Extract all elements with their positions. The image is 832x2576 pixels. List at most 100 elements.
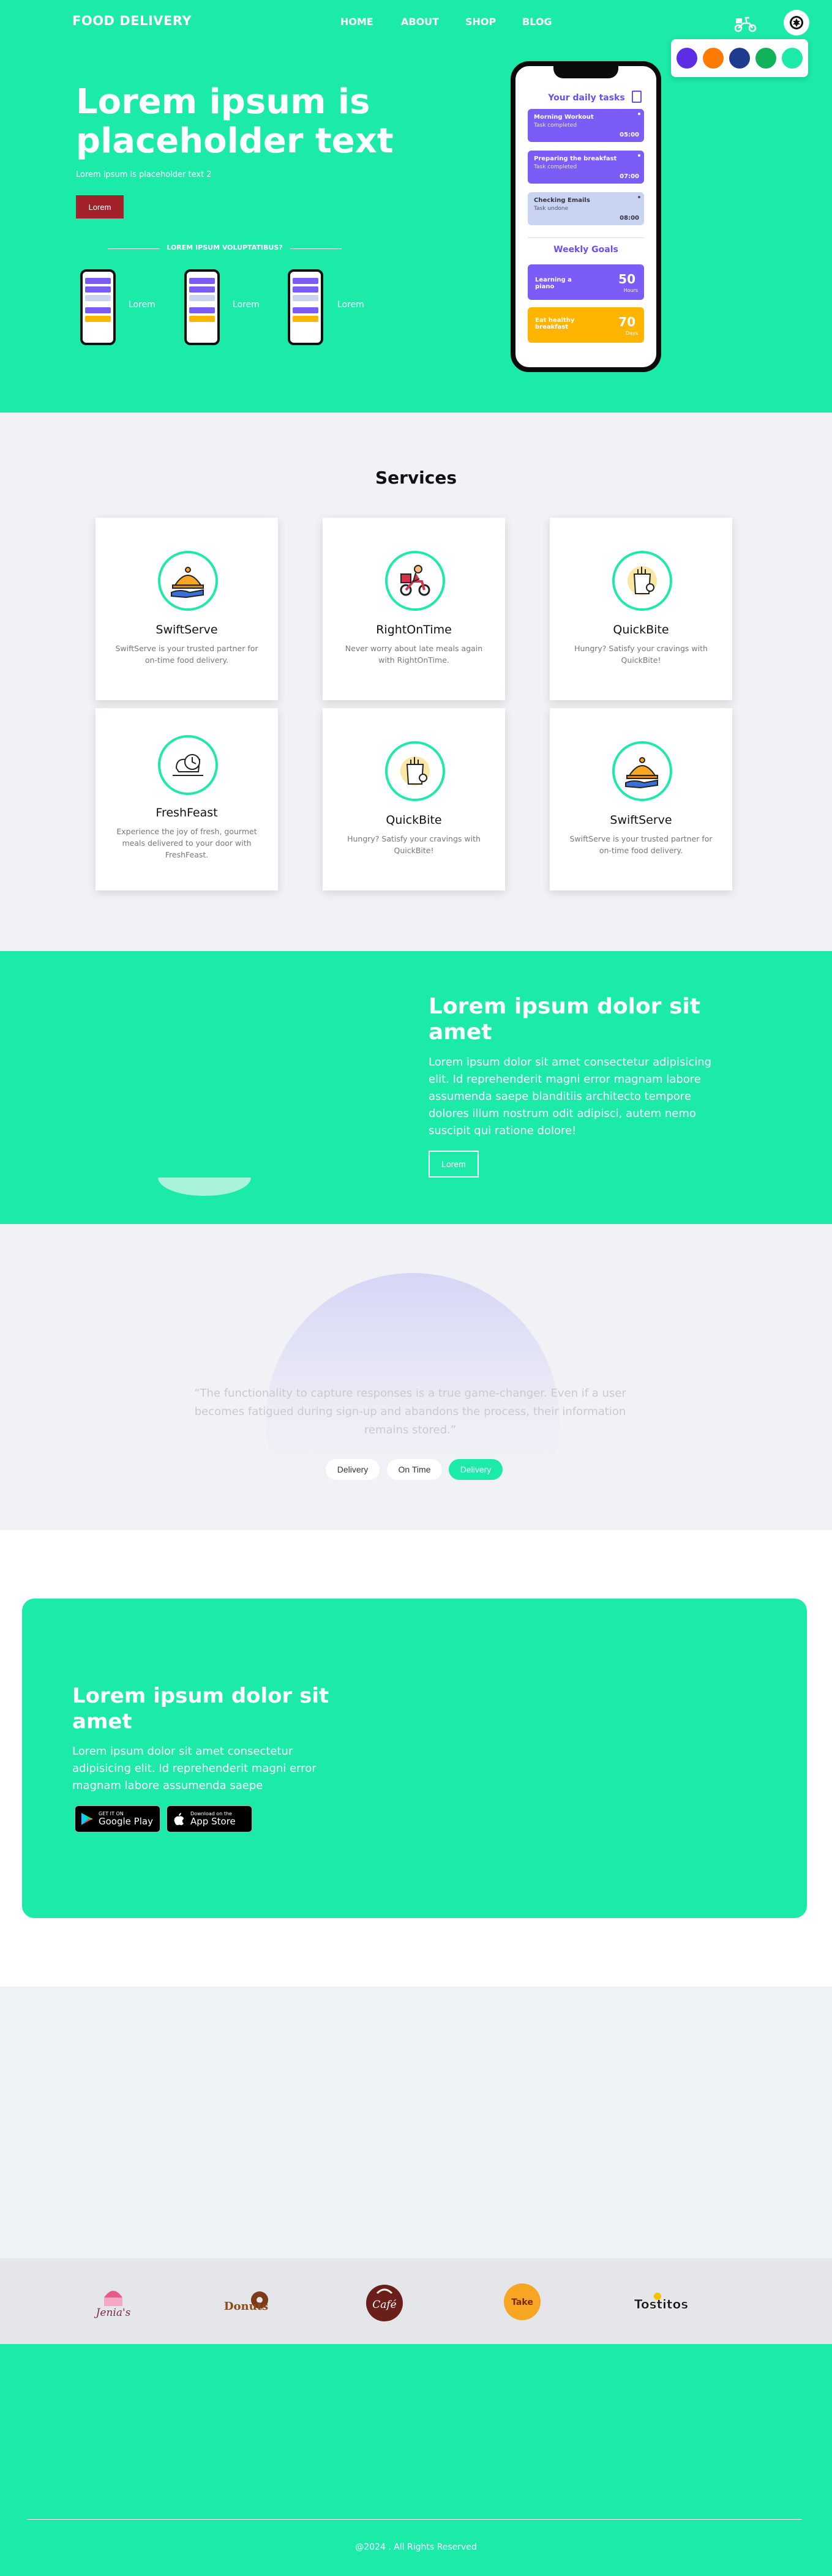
tab-on-time[interactable]: On Time: [387, 1459, 442, 1480]
clock-bag-icon: [158, 735, 218, 795]
testimonial-quote: “The functionality to capture responses …: [194, 1387, 626, 1436]
task-dot-icon: [638, 113, 640, 115]
promo-button[interactable]: Lorem: [429, 1151, 479, 1178]
service-card[interactable]: FreshFeast Experience the joy of fresh, …: [96, 708, 278, 890]
promo-text: Lorem ipsum dolor sit amet consectetur a…: [429, 1056, 712, 1137]
mini-phone: [184, 269, 220, 345]
hero-section: FOOD DELIVERY HOME ABOUT SHOP BLOG Lorem…: [0, 0, 832, 413]
svg-text:Jenia's: Jenia's: [94, 2307, 131, 2319]
service-card[interactable]: QuickBite Hungry? Satisfy your cravings …: [323, 708, 505, 890]
task-card[interactable]: Checking Emails Task undone 08:00: [528, 192, 644, 225]
google-play-label: Google Play: [99, 1816, 153, 1827]
task-dot-icon: [638, 154, 640, 157]
color-swatch-green[interactable]: [755, 48, 776, 69]
empty-section: [0, 1987, 832, 2258]
nav-blog[interactable]: BLOG: [522, 16, 552, 28]
task-status: Task completed: [534, 164, 577, 170]
promo-title: Lorem ipsum dolor sit amet: [429, 994, 700, 1045]
hero-button[interactable]: Lorem: [76, 195, 124, 218]
app-download-section: Lorem ipsum dolor sit amet Lorem ipsum d…: [0, 1530, 832, 1987]
nav-about[interactable]: ABOUT: [401, 16, 439, 28]
nav-home[interactable]: HOME: [340, 16, 373, 28]
task-time: 08:00: [620, 215, 639, 222]
color-palette: [671, 39, 808, 77]
service-desc: Hungry? Satisfy your cravings with Quick…: [574, 644, 708, 665]
color-swatch-purple[interactable]: [676, 48, 697, 69]
cloche-icon: [612, 741, 672, 801]
tab-delivery[interactable]: Delivery: [326, 1459, 380, 1480]
goal-label: Learning a piano: [535, 277, 572, 290]
hero-title: Lorem ipsum is placeholder text: [76, 82, 394, 161]
settings-button[interactable]: [784, 10, 809, 35]
mini-label: Lorem: [233, 300, 260, 310]
app-text: Lorem ipsum dolor sit amet consectetur a…: [72, 1745, 317, 1792]
service-desc: Hungry? Satisfy your cravings with Quick…: [347, 834, 481, 855]
phone-title: Your daily tasks: [548, 93, 625, 103]
goal-label: Eat healthy breakfast: [535, 317, 575, 330]
goal-value: 70: [618, 315, 635, 329]
scooter-icon[interactable]: [733, 12, 758, 33]
service-card[interactable]: SwiftServe SwiftServe is your trusted pa…: [550, 708, 732, 890]
logo-cafe[interactable]: Café: [360, 2280, 409, 2323]
app-title: Lorem ipsum dolor sit amet: [72, 1684, 329, 1734]
promo-section: Lorem ipsum dolor sit amet Lorem ipsum d…: [0, 951, 832, 1224]
service-desc: SwiftServe is your trusted partner for o…: [569, 834, 713, 855]
copyright: @2024 . All Rights Reserved: [355, 2542, 477, 2552]
service-name: RightOnTime: [376, 623, 452, 637]
footer-divider: [27, 2519, 802, 2520]
cloche-icon: [158, 551, 218, 611]
logo-jenias[interactable]: Jenia's: [86, 2280, 141, 2323]
app-banner: Lorem ipsum dolor sit amet Lorem ipsum d…: [22, 1599, 807, 1918]
brand-logo[interactable]: FOOD DELIVERY: [72, 13, 192, 28]
phone-mockup: Your daily tasks Morning Workout Task co…: [511, 61, 661, 372]
logo-tostitos[interactable]: Tostitos: [631, 2280, 692, 2323]
brand-logos-strip: Jenia's Donuts Café Take Tostitos: [0, 2258, 832, 2344]
mini-phone: [288, 269, 323, 345]
service-desc: Never worry about late meals again with …: [345, 644, 483, 665]
footer: @2024 . All Rights Reserved: [0, 2344, 832, 2576]
mini-phone: [80, 269, 116, 345]
google-play-icon: [81, 1813, 93, 1825]
mini-label: Lorem: [129, 300, 156, 310]
service-card[interactable]: SwiftServe SwiftServe is your trusted pa…: [96, 518, 278, 700]
task-status: Task completed: [534, 122, 577, 129]
phone-notch: [553, 66, 618, 78]
apple-icon: [174, 1813, 184, 1826]
nav-shop[interactable]: SHOP: [465, 16, 496, 28]
svg-text:Donuts: Donuts: [224, 2300, 268, 2313]
logo-donuts[interactable]: Donuts: [217, 2280, 278, 2323]
task-time: 05:00: [620, 132, 639, 138]
service-card[interactable]: QuickBite Hungry? Satisfy your cravings …: [550, 518, 732, 700]
bowl-image: [158, 1178, 251, 1196]
services-section: Services SwiftServe SwiftServe is your t…: [0, 413, 832, 951]
service-desc: SwiftServe is your trusted partner for o…: [115, 644, 258, 665]
goal-card[interactable]: Eat healthy breakfast 70 Days: [528, 307, 644, 343]
task-card[interactable]: Preparing the breakfast Task completed 0…: [528, 151, 644, 184]
svg-text:Tostitos: Tostitos: [634, 2297, 688, 2312]
divider: [528, 237, 644, 238]
color-swatch-navy[interactable]: [729, 48, 750, 69]
task-name: Morning Workout: [534, 114, 594, 121]
service-card[interactable]: RightOnTime Never worry about late meals…: [323, 518, 505, 700]
app-store-button[interactable]: Download on the App Store: [167, 1805, 252, 1832]
google-play-button[interactable]: GET IT ON Google Play: [75, 1805, 160, 1832]
hero-subtitle: Lorem ipsum is placeholder text 2: [76, 170, 212, 179]
color-swatch-mint[interactable]: [782, 48, 803, 69]
food-bag-icon: [385, 741, 445, 801]
tab-delivery-active[interactable]: Delivery: [449, 1459, 503, 1480]
logo-take[interactable]: Take: [501, 2280, 544, 2323]
services-title: Services: [375, 468, 457, 488]
task-name: Preparing the breakfast: [534, 155, 617, 162]
goal-unit: Days: [626, 330, 638, 336]
goal-card[interactable]: Learning a piano 50 Hours: [528, 264, 644, 300]
task-time: 07:00: [620, 173, 639, 180]
task-dot-icon: [638, 196, 640, 198]
task-card[interactable]: Morning Workout Task completed 05:00: [528, 109, 644, 142]
app-store-label: App Store: [190, 1816, 236, 1827]
color-swatch-orange[interactable]: [703, 48, 724, 69]
mini-label: Lorem: [337, 300, 364, 310]
service-name: QuickBite: [386, 813, 442, 827]
trash-icon[interactable]: [632, 91, 642, 103]
service-name: SwiftServe: [156, 623, 218, 637]
food-bag-icon: [612, 551, 672, 611]
